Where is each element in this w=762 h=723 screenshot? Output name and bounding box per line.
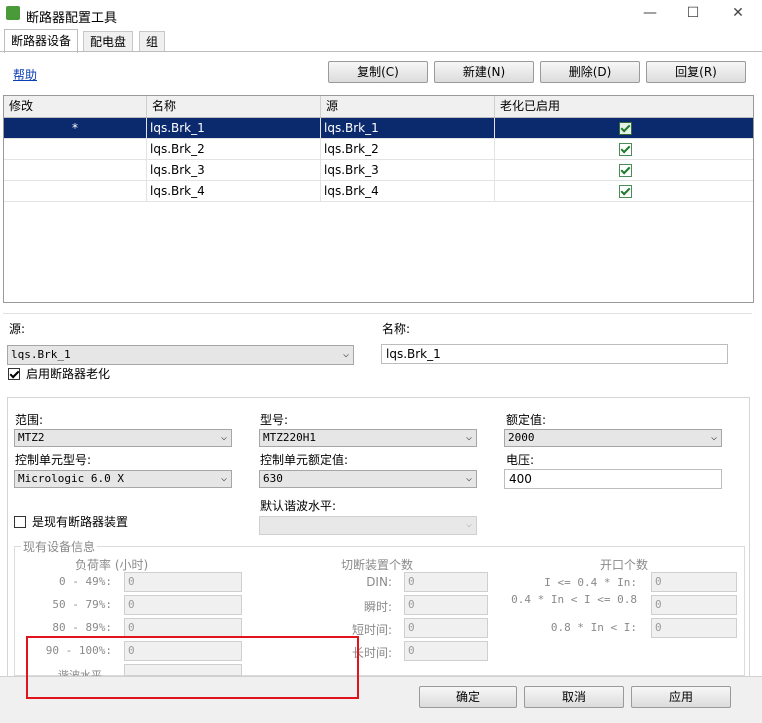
existing-breaker-checkbox[interactable] [14, 516, 26, 528]
tab-switchboard[interactable]: 配电盘 [83, 31, 134, 52]
chevron-down-icon: ⌵ [465, 473, 472, 484]
ctrl-model-label: 控制单元型号: [15, 453, 92, 467]
trip-long-input[interactable]: 0 [404, 641, 488, 661]
apply-button[interactable]: 应用 [631, 686, 731, 708]
aging-checkbox[interactable] [619, 185, 632, 198]
table-header: 修改 名称 源 老化已启用 [4, 96, 753, 118]
trip-title: 切断装置个数 [341, 558, 414, 572]
table-row[interactable]: lqs.Brk_2 lqs.Brk_2 [4, 139, 753, 160]
tab-group[interactable]: 组 [139, 31, 166, 52]
range-label: 范围: [15, 413, 44, 427]
open-high-input[interactable]: 0 [651, 618, 737, 638]
cancel-button[interactable]: 取消 [524, 686, 624, 708]
new-button[interactable]: 新建(N) [434, 61, 534, 83]
chevron-down-icon: ⌵ [710, 432, 717, 443]
table-row[interactable]: lqs.Brk_3 lqs.Brk_3 [4, 160, 753, 181]
col-aging[interactable]: 老化已启用 [495, 96, 753, 117]
table-row[interactable]: lqs.Brk_4 lqs.Brk_4 [4, 181, 753, 202]
trip-short-input[interactable]: 0 [404, 618, 488, 638]
col-source[interactable]: 源 [321, 96, 495, 117]
close-button[interactable]: ✕ [728, 5, 748, 21]
enable-aging-checkbox[interactable] [8, 368, 20, 380]
highlight-box [26, 636, 359, 699]
existing-info-title: 现有设备信息 [21, 538, 98, 555]
range-select[interactable]: MTZ2 ⌵ [14, 429, 232, 447]
ctrl-rated-select[interactable]: 630 ⌵ [259, 470, 477, 488]
voltage-input[interactable]: 400 [504, 469, 722, 489]
trip-instant-input[interactable]: 0 [404, 595, 488, 615]
col-modified[interactable]: 修改 [4, 96, 147, 117]
aging-checkbox[interactable] [619, 164, 632, 177]
tab-divider [0, 51, 762, 52]
chevron-down-icon: ⌵ [220, 473, 227, 484]
load-title: 负荷率 (小时) [75, 558, 149, 572]
voltage-label: 电压: [506, 453, 535, 467]
maximize-button[interactable]: ☐ [683, 5, 703, 21]
col-name[interactable]: 名称 [147, 96, 321, 117]
load-80-89-input[interactable]: 0 [124, 618, 242, 638]
copy-button[interactable]: 复制(C) [328, 61, 428, 83]
source-label: 源: [9, 322, 26, 336]
ok-button[interactable]: 确定 [419, 686, 517, 708]
load-0-49-input[interactable]: 0 [124, 572, 242, 592]
aging-checkbox[interactable] [619, 122, 632, 135]
enable-aging-label: 启用断路器老化 [26, 367, 111, 381]
name-label: 名称: [382, 322, 411, 336]
existing-breaker-label: 是现有断路器装置 [32, 515, 129, 529]
window-title: 断路器配置工具 [26, 11, 118, 26]
open-low-input[interactable]: 0 [651, 572, 737, 592]
chevron-down-icon: ⌵ [342, 349, 349, 360]
load-50-79-input[interactable]: 0 [124, 595, 242, 615]
title-bar: 断路器配置工具 — ☐ ✕ [0, 0, 762, 30]
table-row[interactable]: * lqs.Brk_1 lqs.Brk_1 [4, 118, 753, 139]
source-select[interactable]: lqs.Brk_1 ⌵ [7, 345, 354, 365]
ctrl-model-select[interactable]: Micrologic 6.0 X ⌵ [14, 470, 232, 488]
aging-checkbox[interactable] [619, 143, 632, 156]
minimize-button[interactable]: — [640, 5, 660, 21]
app-wrench-icon [6, 6, 20, 20]
harmonic-label: 默认谐波水平: [260, 499, 337, 513]
trip-din-input[interactable]: 0 [404, 572, 488, 592]
chevron-down-icon: ⌵ [465, 519, 472, 530]
model-label: 型号: [260, 413, 289, 427]
divider [3, 313, 752, 314]
chevron-down-icon: ⌵ [465, 432, 472, 443]
chevron-down-icon: ⌵ [220, 432, 227, 443]
breaker-table[interactable]: 修改 名称 源 老化已启用 * lqs.Brk_1 lqs.Brk_1 lqs.… [3, 95, 754, 303]
restore-button[interactable]: 回复(R) [646, 61, 746, 83]
open-title: 开口个数 [600, 558, 649, 572]
tab-breaker-devices[interactable]: 断路器设备 [4, 29, 79, 53]
name-input[interactable]: lqs.Brk_1 [381, 344, 728, 364]
model-select[interactable]: MTZ220H1 ⌵ [259, 429, 477, 447]
harmonic-select[interactable]: ⌵ [259, 516, 477, 535]
delete-button[interactable]: 删除(D) [540, 61, 640, 83]
rated-select[interactable]: 2000 ⌵ [504, 429, 722, 447]
help-link[interactable]: 帮助 [13, 66, 37, 83]
ctrl-rated-label: 控制单元额定值: [260, 453, 349, 467]
open-mid-input[interactable]: 0 [651, 595, 737, 615]
rated-label: 额定值: [506, 413, 547, 427]
